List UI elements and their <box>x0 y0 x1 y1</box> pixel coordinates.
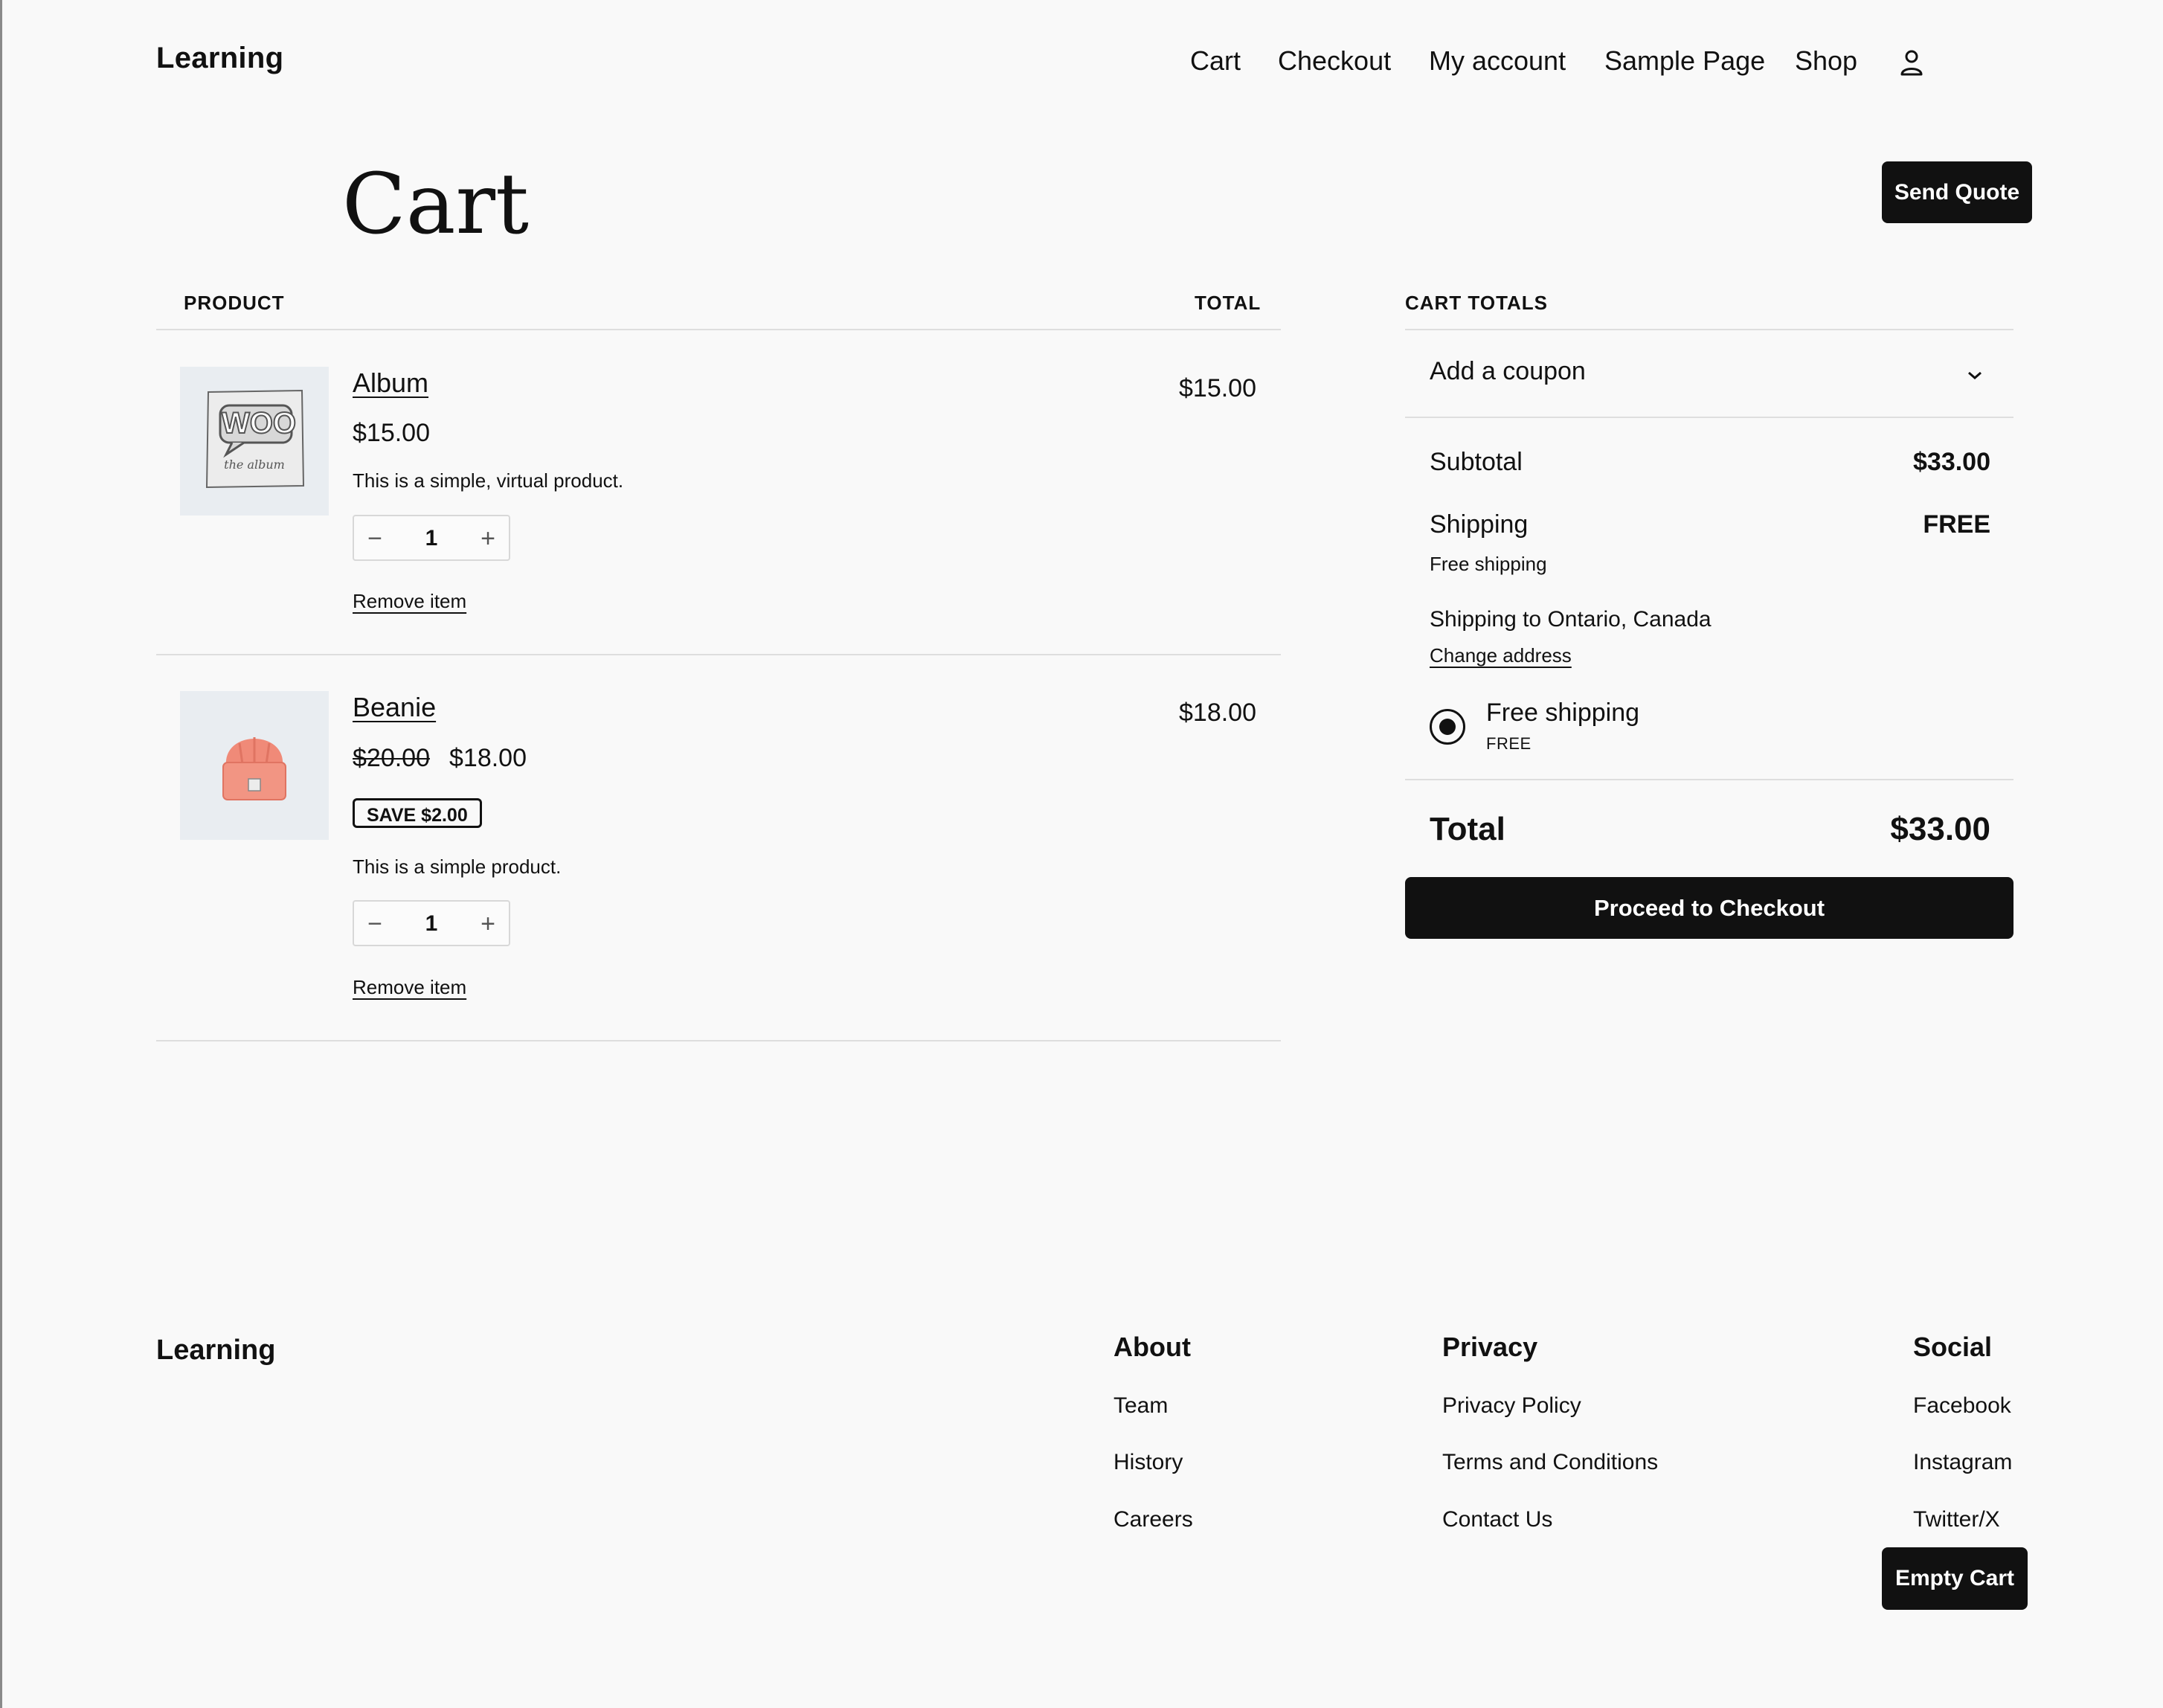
user-icon[interactable] <box>1898 48 1925 77</box>
footer-link-contact[interactable]: Contact Us <box>1442 1507 1552 1532</box>
total-label: Total <box>1430 811 1505 847</box>
total-value: $33.00 <box>1890 811 1990 847</box>
shipping-method: Free shipping <box>1430 553 1547 575</box>
shipping-destination: Shipping to Ontario, Canada <box>1430 607 1712 632</box>
window-edge <box>0 0 2 1708</box>
divider <box>1405 417 2013 418</box>
footer-site-title[interactable]: Learning <box>156 1335 275 1367</box>
divider <box>156 1040 1281 1041</box>
beanie-thumbnail[interactable] <box>180 691 329 840</box>
divider <box>156 329 1281 330</box>
footer-link-terms[interactable]: Terms and Conditions <box>1442 1450 1658 1475</box>
column-header-product: PRODUCT <box>184 292 285 314</box>
original-price-beanie: $20.00 <box>353 744 430 772</box>
line-total-beanie: $18.00 <box>1179 699 1256 727</box>
shipping-option-label[interactable]: Free shipping <box>1486 699 1639 728</box>
product-description-album: This is a simple, virtual product. <box>353 469 624 492</box>
footer-heading-about: About <box>1113 1332 1191 1362</box>
nav-my-account[interactable]: My account <box>1429 45 1566 77</box>
increase-quantity-button[interactable]: + <box>473 908 503 940</box>
subtotal-label: Subtotal <box>1430 448 1523 476</box>
empty-cart-button[interactable]: Empty Cart <box>1882 1547 2028 1610</box>
album-logo-text: WOO <box>221 406 297 440</box>
nav-sample-page[interactable]: Sample Page <box>1604 45 1765 77</box>
nav-shop[interactable]: Shop <box>1795 45 1857 77</box>
divider <box>1405 779 2013 780</box>
send-quote-button[interactable]: Send Quote <box>1882 161 2032 223</box>
free-shipping-radio[interactable] <box>1430 709 1465 745</box>
footer-link-careers[interactable]: Careers <box>1113 1507 1193 1532</box>
footer-link-instagram[interactable]: Instagram <box>1913 1450 2012 1475</box>
site-title[interactable]: Learning <box>156 42 283 75</box>
album-thumbnail[interactable]: WOO the album <box>180 367 329 516</box>
remove-item-beanie[interactable]: Remove item <box>353 976 466 999</box>
footer-link-history[interactable]: History <box>1113 1450 1183 1475</box>
footer-link-twitter[interactable]: Twitter/X <box>1913 1507 2000 1532</box>
footer-link-privacy-policy[interactable]: Privacy Policy <box>1442 1393 1581 1419</box>
page-title: Cart <box>342 156 530 253</box>
divider <box>1405 329 2013 330</box>
subtotal-value: $33.00 <box>1913 448 1990 476</box>
album-caption: the album <box>224 458 285 472</box>
footer-heading-privacy: Privacy <box>1442 1332 1538 1362</box>
product-price-album: $15.00 <box>353 419 430 447</box>
increase-quantity-button[interactable]: + <box>473 522 503 555</box>
shipping-option-price: FREE <box>1486 734 1532 753</box>
shipping-label: Shipping <box>1430 510 1529 539</box>
quantity-stepper-beanie: − 1 + <box>353 900 510 946</box>
line-total-album: $15.00 <box>1179 374 1256 402</box>
coupon-toggle[interactable]: Add a coupon <box>1405 333 2013 417</box>
chevron-down-icon <box>1968 371 1982 379</box>
product-price-beanie: $18.00 <box>449 744 527 772</box>
nav-cart[interactable]: Cart <box>1190 45 1241 77</box>
cart-totals-heading: CART TOTALS <box>1405 292 1549 314</box>
change-address-link[interactable]: Change address <box>1430 644 1572 667</box>
footer-link-team[interactable]: Team <box>1113 1393 1168 1419</box>
product-description-beanie: This is a simple product. <box>353 855 562 878</box>
remove-item-album[interactable]: Remove item <box>353 590 466 613</box>
shipping-value: FREE <box>1923 510 1990 539</box>
proceed-to-checkout-button[interactable]: Proceed to Checkout <box>1405 877 2013 939</box>
coupon-label: Add a coupon <box>1430 357 1586 385</box>
column-header-total: TOTAL <box>1195 292 1262 314</box>
product-name-album[interactable]: Album <box>353 367 428 399</box>
product-name-beanie[interactable]: Beanie <box>353 692 436 723</box>
divider <box>156 654 1281 655</box>
quantity-stepper-album: − 1 + <box>353 515 510 561</box>
footer-link-facebook[interactable]: Facebook <box>1913 1393 2011 1419</box>
footer-heading-social: Social <box>1913 1332 1993 1362</box>
nav-checkout[interactable]: Checkout <box>1278 45 1391 77</box>
save-badge: SAVE $2.00 <box>353 798 482 828</box>
